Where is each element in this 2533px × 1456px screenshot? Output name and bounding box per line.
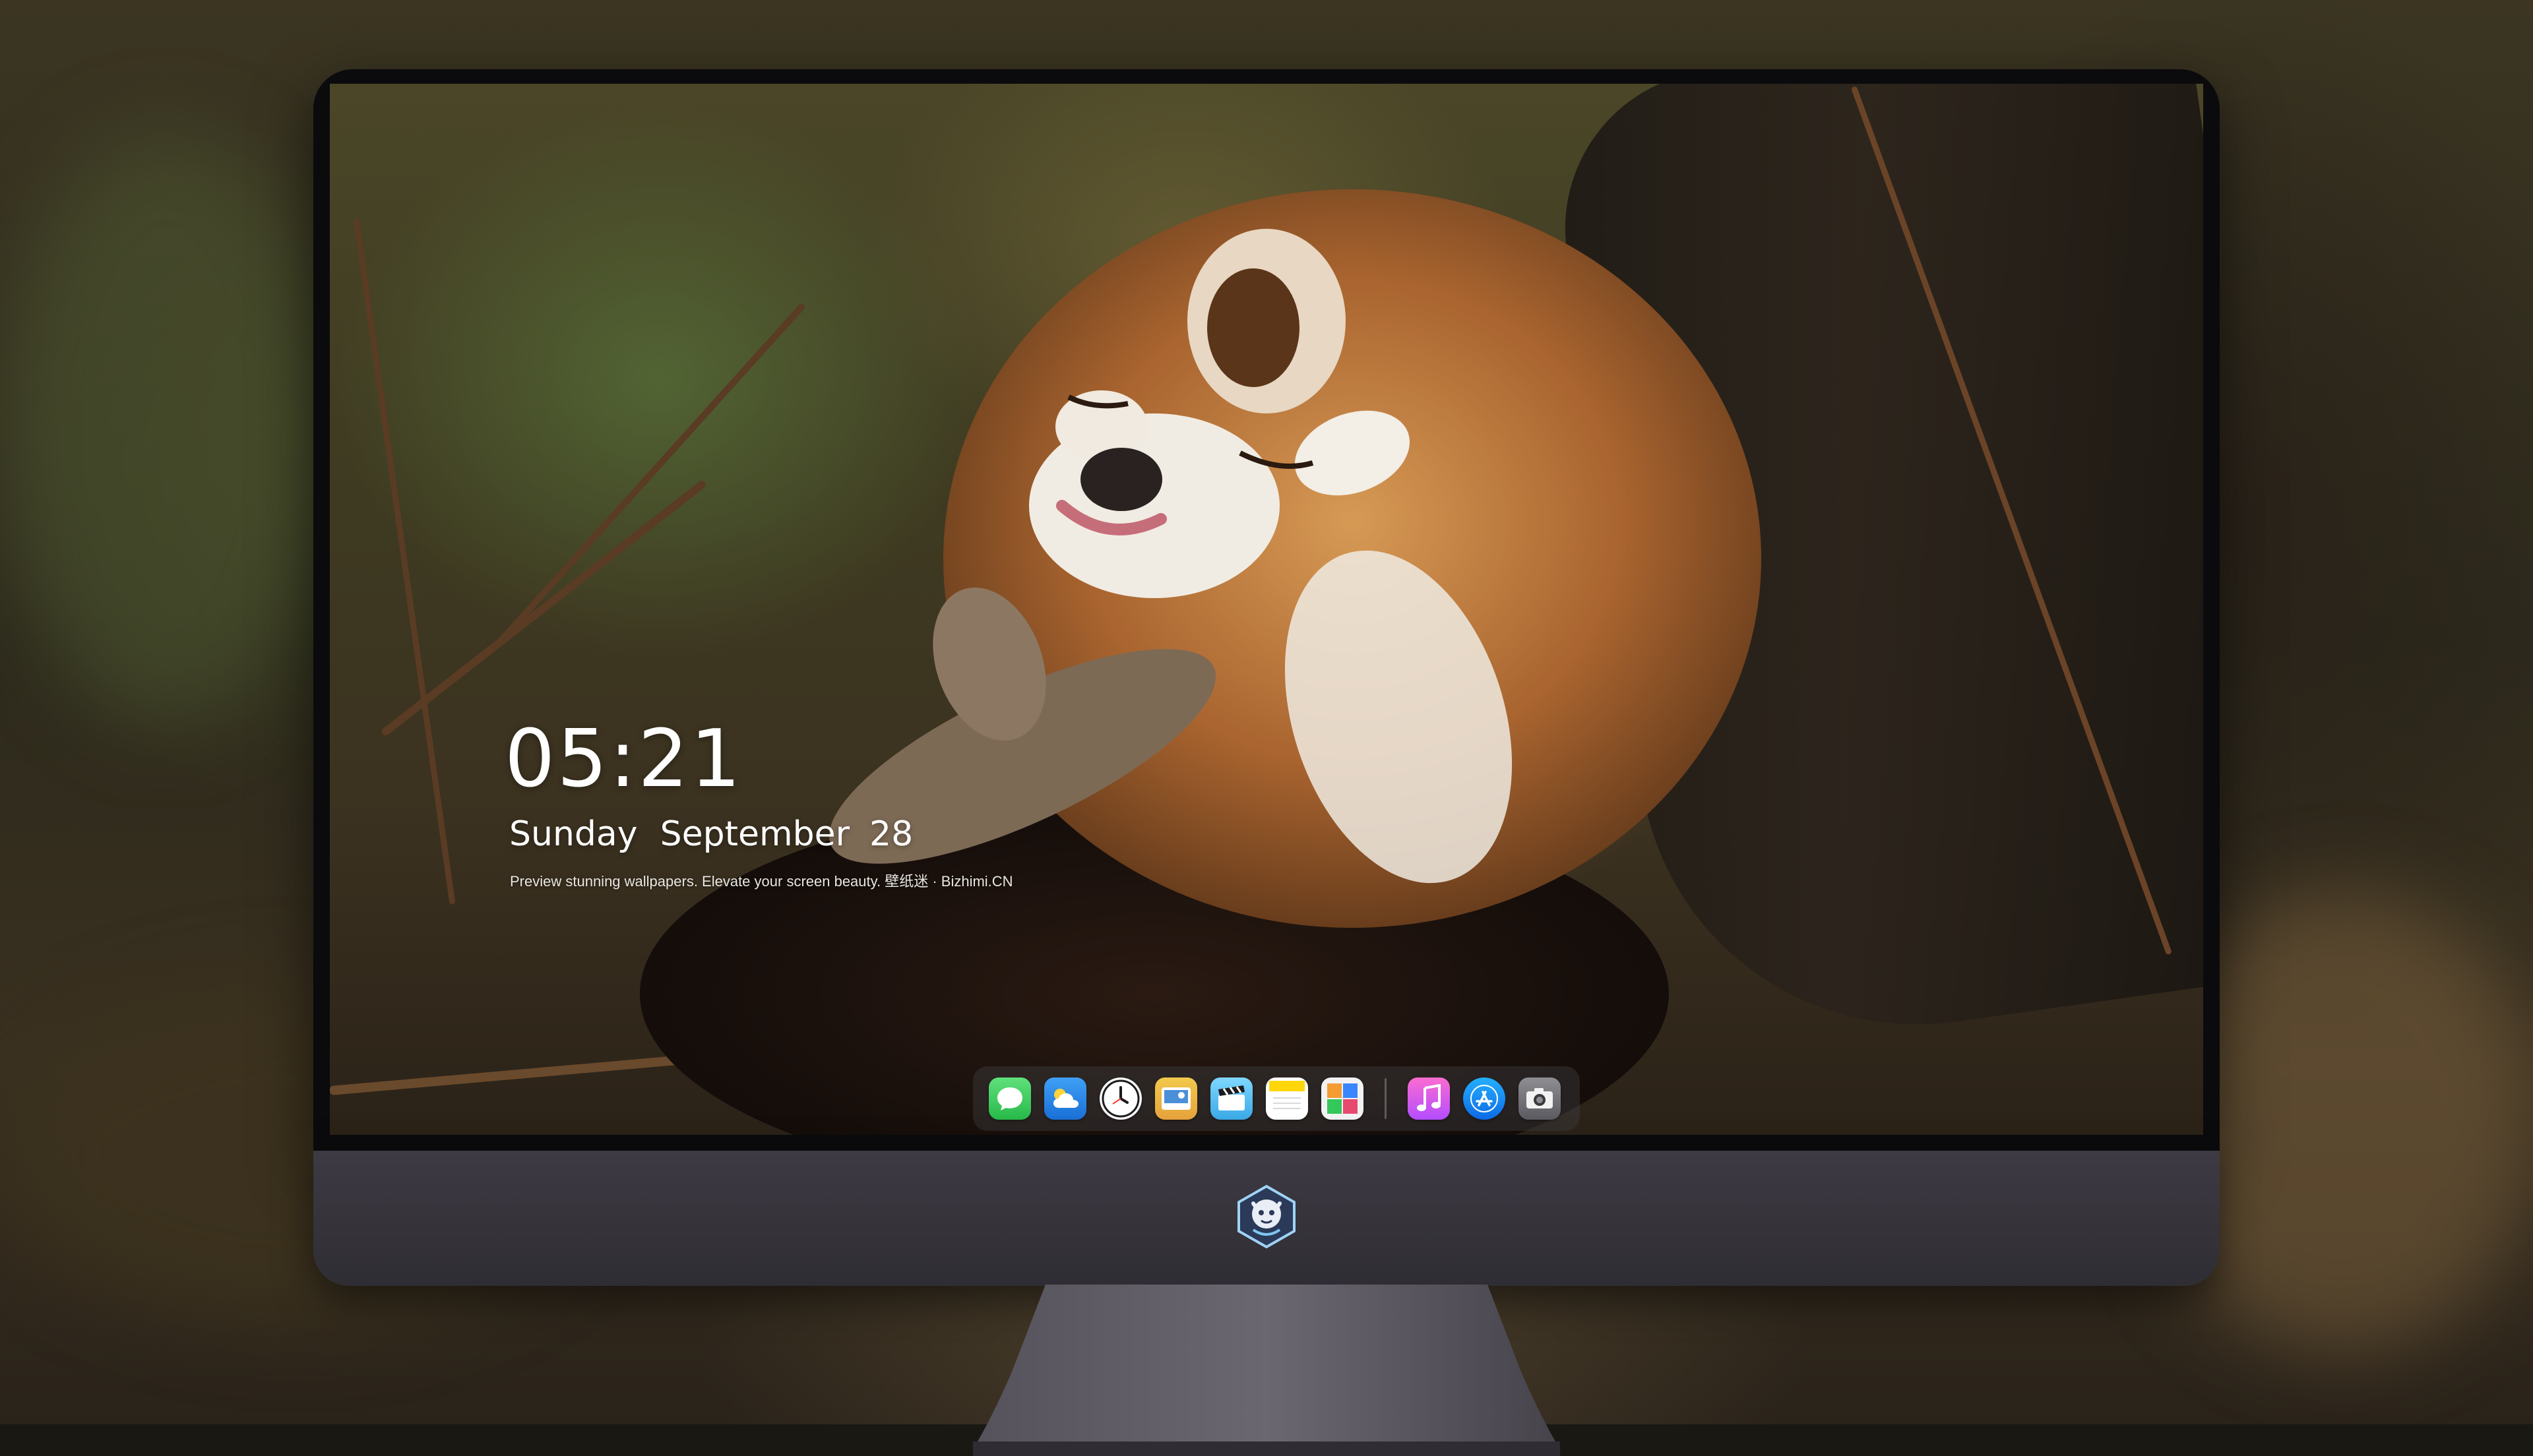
dock-app-preview[interactable]	[1155, 1077, 1197, 1120]
clapperboard-icon	[1218, 1085, 1245, 1110]
dock-app-music[interactable]	[1408, 1077, 1450, 1120]
wallpaper-red-panda	[640, 189, 1761, 1135]
dock-app-clock[interactable]	[1100, 1077, 1142, 1120]
desktop-screen[interactable]: 05:21 Sunday September 28 Preview stunning…	[330, 84, 2203, 1135]
mascot-logo-icon	[1237, 1184, 1296, 1249]
lock-date-weekday: Sunday	[509, 814, 638, 854]
music-note-icon	[1417, 1084, 1441, 1111]
app-dock	[973, 1066, 1580, 1131]
dock-app-weather[interactable]	[1044, 1077, 1086, 1120]
message-bubble-icon	[997, 1087, 1022, 1110]
photo-grid-icon	[1327, 1083, 1358, 1114]
monitor-stand	[973, 1285, 1560, 1456]
dock-app-app-store[interactable]	[1463, 1077, 1505, 1120]
imac-monitor: 05:21 Sunday September 28 Preview stunning…	[313, 69, 2220, 1456]
cloud-sun-icon	[1053, 1089, 1079, 1108]
dock-app-clips[interactable]	[1210, 1077, 1253, 1120]
clock-icon	[1102, 1079, 1140, 1118]
lock-caption: Preview stunning wallpapers. Elevate you…	[510, 873, 1013, 890]
monitor-chin	[313, 1151, 2220, 1286]
dock-separator	[1385, 1078, 1387, 1119]
notes-icon	[1269, 1081, 1305, 1109]
monitor-bezel: 05:21 Sunday September 28 Preview stunning…	[313, 69, 2220, 1151]
app-store-icon	[1470, 1085, 1498, 1112]
camera-icon	[1526, 1088, 1553, 1108]
dock-app-camera[interactable]	[1518, 1077, 1561, 1120]
lock-date-month: September	[660, 814, 850, 854]
dock-app-messages[interactable]	[989, 1077, 1031, 1120]
lock-clock: 05:21	[505, 713, 743, 805]
lock-date: Sunday September 28	[509, 814, 913, 854]
dock-app-notes[interactable]	[1266, 1077, 1308, 1120]
lock-date-day-number: 28	[869, 814, 914, 854]
dock-app-photo-booth[interactable]	[1321, 1077, 1363, 1120]
photo-viewer-icon	[1162, 1087, 1191, 1110]
